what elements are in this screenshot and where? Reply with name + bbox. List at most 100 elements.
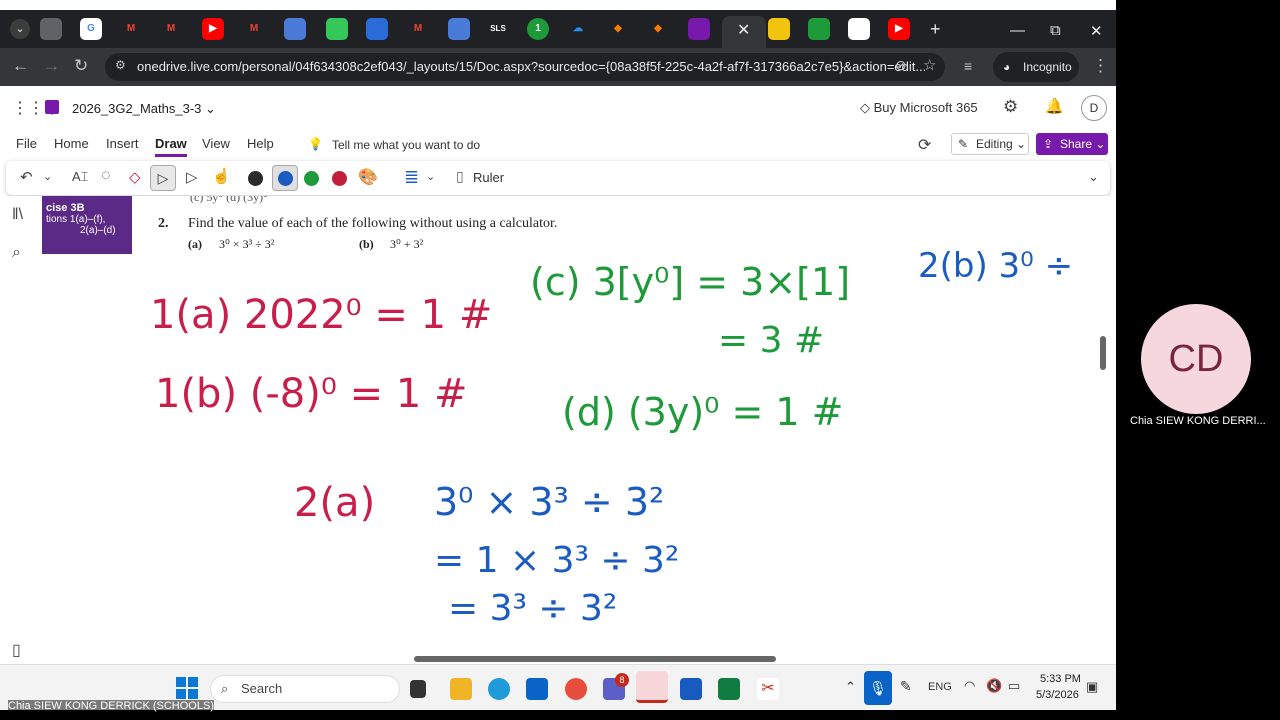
vertical-scrollbar[interactable] — [1100, 336, 1106, 370]
undo-dropdown-icon[interactable]: ⌄ — [43, 170, 52, 183]
tell-me-search[interactable]: 💡 Tell me what you want to do — [298, 132, 498, 158]
restore-icon[interactable]: ⧉ — [1050, 22, 1061, 39]
tab-gmail[interactable]: M — [120, 18, 142, 40]
tab-app[interactable] — [848, 18, 870, 40]
mobile-view-icon[interactable]: ▯ — [12, 640, 21, 660]
tab-list-button[interactable]: ⌄ — [10, 19, 30, 39]
reload-icon[interactable]: ↻ — [74, 56, 88, 76]
clock-date[interactable]: 5/3/2026 — [1036, 689, 1079, 701]
user-avatar[interactable]: D — [1081, 95, 1107, 121]
show-hidden-icons[interactable]: ⌃ — [845, 679, 856, 695]
page-canvas[interactable]: cise 3B tions 1(a)–(f), 2(a)–(d) (c) 5y⁰… — [42, 196, 1116, 664]
type-tool-icon[interactable]: A⌶ — [72, 169, 88, 185]
tab-file[interactable]: File — [16, 136, 37, 151]
chrome-menu-icon[interactable]: ⋮ — [1092, 56, 1109, 76]
close-window-icon[interactable]: ✕ — [1090, 22, 1103, 40]
close-tab-icon[interactable]: ✕ — [737, 20, 750, 40]
sync-icon[interactable]: ⟳ — [918, 135, 931, 155]
search-icon[interactable]: ⌕ — [12, 244, 21, 262]
microphone-icon[interactable]: 🎙 — [864, 671, 892, 705]
notebooks-icon[interactable]: ‖\ — [12, 206, 23, 224]
tab-doc[interactable] — [448, 18, 470, 40]
bookmark-star-icon[interactable]: ☆ — [923, 56, 936, 74]
excel-icon[interactable] — [718, 678, 740, 700]
tab-app[interactable] — [768, 18, 790, 40]
clock-time[interactable]: 5:33 PM — [1040, 673, 1081, 685]
notifications-icon[interactable]: ▣ — [1086, 679, 1098, 695]
tab-draw[interactable]: Draw — [155, 136, 187, 157]
lasso-select-icon[interactable]: ◌ — [101, 167, 111, 185]
snipping-tool-icon[interactable]: ✂ — [757, 678, 779, 700]
tab-gmail[interactable]: M — [407, 18, 429, 40]
tab-onenote[interactable] — [688, 18, 710, 40]
blue-pen-selected[interactable] — [272, 165, 298, 191]
eraser-icon[interactable]: ◇ — [129, 168, 141, 186]
word-icon[interactable] — [680, 678, 702, 700]
tab-view[interactable]: View — [202, 136, 230, 151]
back-icon[interactable]: ← — [12, 56, 29, 76]
eye-off-icon[interactable]: ⊘ — [895, 57, 907, 74]
settings-gear-icon[interactable]: ⚙ — [1003, 97, 1018, 117]
language-indicator[interactable]: ENG — [928, 681, 952, 693]
outlook-icon[interactable] — [526, 678, 548, 700]
question-text: Find the value of each of the following … — [188, 216, 558, 231]
address-bar[interactable]: ⚙ onedrive.live.com/personal/04f634308c2… — [105, 53, 945, 81]
incognito-badge[interactable]: ◕ Incognito — [993, 52, 1079, 82]
undo-icon[interactable]: ↶ — [20, 168, 33, 186]
tab-app[interactable] — [808, 18, 830, 40]
notebook-title[interactable]: 2026_3G2_Maths_3-3 ⌄ — [72, 101, 216, 117]
site-info-icon[interactable]: ⚙ — [115, 58, 126, 72]
horizontal-scrollbar[interactable] — [414, 656, 776, 662]
edge-icon[interactable] — [488, 678, 510, 700]
ruler-button[interactable]: Ruler — [473, 170, 504, 185]
wifi-icon[interactable]: ◠ — [964, 678, 975, 694]
participant-avatar[interactable]: CD — [1141, 304, 1251, 414]
tab-app[interactable]: 1 — [527, 18, 549, 40]
select-object-icon[interactable]: ▷ — [186, 168, 198, 186]
tab-gmail[interactable]: M — [160, 18, 182, 40]
pen-thickness-icon[interactable]: ≣ — [404, 167, 419, 188]
forward-icon[interactable]: → — [43, 56, 60, 76]
url-text[interactable]: onedrive.live.com/personal/04f634308c2ef… — [137, 59, 926, 74]
buy-microsoft-365-link[interactable]: ◇ Buy Microsoft 365 — [860, 100, 978, 116]
task-view-icon[interactable] — [410, 680, 426, 698]
file-explorer-icon[interactable] — [450, 678, 472, 700]
tab-onedrive[interactable]: ☁ — [567, 18, 589, 40]
tab-sls[interactable]: SLS — [487, 18, 509, 40]
battery-icon[interactable]: ▭ — [1008, 678, 1020, 694]
green-pen[interactable] — [304, 171, 319, 186]
notifications-bell-icon[interactable]: 🔔 — [1045, 97, 1064, 115]
tab-gmail[interactable]: M — [243, 18, 265, 40]
volume-muted-icon[interactable]: 🔇 — [986, 678, 1002, 694]
red-pen[interactable] — [332, 171, 347, 186]
taskbar-search[interactable]: ⌕ Search — [210, 675, 400, 703]
tab-youtube[interactable]: ▶ — [202, 18, 224, 40]
tab-help[interactable]: Help — [247, 136, 274, 151]
tab-app[interactable]: ◆ — [647, 18, 669, 40]
chrome-icon[interactable] — [565, 678, 587, 700]
tab-youtube[interactable]: ▶ — [888, 18, 910, 40]
pointer-tool-icon[interactable]: ▷ — [150, 165, 176, 191]
share-button[interactable]: ⇪ Share ⌄ — [1036, 133, 1108, 155]
tab-app[interactable] — [366, 18, 388, 40]
meeting-app-icon[interactable] — [636, 671, 668, 703]
tab-doc[interactable] — [284, 18, 306, 40]
new-tab-icon[interactable]: + — [930, 19, 941, 40]
tab-icon[interactable] — [40, 18, 62, 40]
editing-mode-dropdown[interactable]: ✎ Editing ⌄ — [951, 133, 1029, 155]
black-pen[interactable] — [248, 171, 263, 186]
pen-menu-icon[interactable]: ✎ — [900, 678, 912, 695]
minimize-icon[interactable]: — — [1010, 22, 1025, 39]
media-icon[interactable]: ≡ — [964, 58, 972, 74]
tab-app[interactable] — [326, 18, 348, 40]
color-palette-icon[interactable]: 🎨 — [358, 167, 378, 187]
collapse-ribbon-icon[interactable]: ⌄ — [1088, 169, 1099, 185]
windows-start-icon[interactable] — [176, 677, 198, 699]
tab-google[interactable]: G — [80, 18, 102, 40]
tab-home[interactable]: Home — [54, 136, 89, 151]
ruler-icon[interactable]: ▯ — [456, 168, 464, 185]
tab-app[interactable]: ◆ — [607, 18, 629, 40]
touch-draw-icon[interactable]: ☝ — [212, 167, 231, 185]
thickness-dropdown-icon[interactable]: ⌄ — [426, 170, 435, 183]
tab-insert[interactable]: Insert — [106, 136, 139, 151]
